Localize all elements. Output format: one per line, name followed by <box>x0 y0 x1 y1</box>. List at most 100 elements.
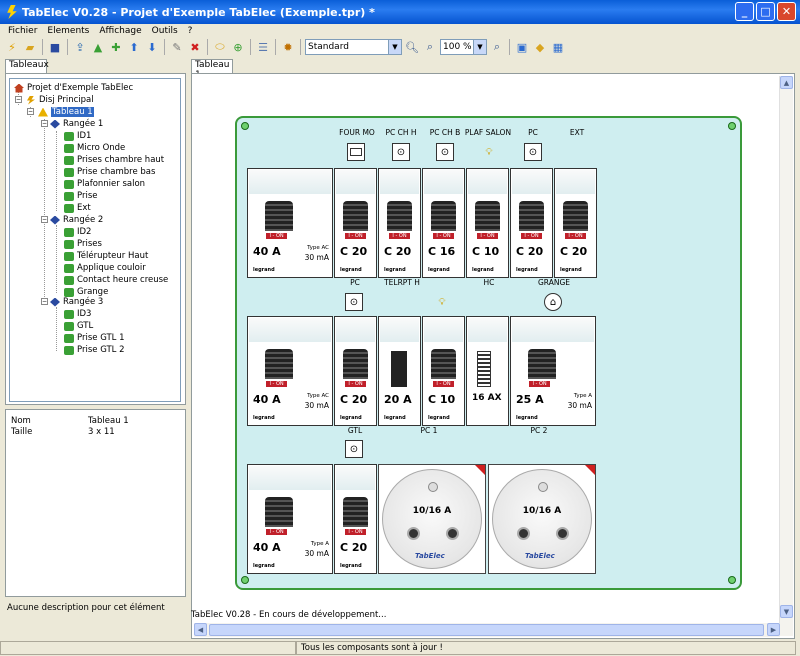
settings-gear-icon[interactable]: ✹ <box>280 39 296 55</box>
breaker-module[interactable]: I - ON C 20 legrand <box>334 464 377 574</box>
breaker-module[interactable]: I - ON C 20 legrand <box>378 168 421 278</box>
house-icon <box>14 83 24 93</box>
tree-node-rangee-1[interactable]: Rangée 1 <box>50 118 103 130</box>
board-canvas[interactable]: FOUR MO PC CH H PC CH B PLAF SALON PC EX… <box>194 76 779 608</box>
collapse-toggle[interactable]: − <box>41 120 48 127</box>
differential-switch[interactable]: I - ON 40 A Type AC 30 mA legrand <box>247 316 333 426</box>
horizontal-scrollbar[interactable]: ◀ ▶ <box>194 623 780 637</box>
breaker-module[interactable]: I - ON C 10 legrand <box>422 316 465 426</box>
breaker-module[interactable]: I - ON C 16 legrand <box>422 168 465 278</box>
contactor-module[interactable]: 16 AX <box>466 316 509 426</box>
grid-icon[interactable]: ▦ <box>550 39 566 55</box>
tree-node-circuit[interactable]: ID2 <box>64 226 91 238</box>
scroll-down-icon[interactable]: ▼ <box>780 605 793 618</box>
maximize-button[interactable]: □ <box>756 2 775 21</box>
tree-node-circuit[interactable]: Micro Onde <box>64 142 125 154</box>
menu-outils[interactable]: Outils <box>152 26 178 36</box>
zoom-fit-icon[interactable]: ⌕ <box>489 39 505 55</box>
save-icon[interactable]: ■ <box>47 39 63 55</box>
breaker-module[interactable]: I - ON C 10 legrand <box>466 168 509 278</box>
tree-node-circuit[interactable]: Prises chambre haut <box>64 154 164 166</box>
scroll-right-icon[interactable]: ▶ <box>767 623 780 636</box>
electrical-board[interactable]: FOUR MO PC CH H PC CH B PLAF SALON PC EX… <box>235 116 742 590</box>
project-tree[interactable]: Projet d'Exemple TabElec − Disj Principa… <box>9 78 181 402</box>
breaker-module[interactable]: I - ON C 20 legrand <box>510 168 553 278</box>
collapse-toggle[interactable]: − <box>41 216 48 223</box>
tab-tableaux[interactable]: Tableaux <box>5 59 49 73</box>
prop-taille-value[interactable]: 3 x 11 <box>88 427 115 437</box>
screw-icon <box>728 576 736 584</box>
screw-icon <box>241 576 249 584</box>
properties-icon[interactable]: ✎ <box>169 39 185 55</box>
breaker-module[interactable]: I - ON C 20 legrand <box>334 316 377 426</box>
app-bolt-icon <box>7 5 17 19</box>
zoom-in-icon[interactable]: 🔍︎ <box>404 39 420 55</box>
earth-pin <box>428 482 438 492</box>
menu-help[interactable]: ? <box>188 26 193 36</box>
tree-node-circuit[interactable]: Prise <box>64 190 98 202</box>
tree-node-circuit[interactable]: Prises <box>64 238 102 250</box>
tree-node-circuit[interactable]: Prise GTL 2 <box>64 344 125 356</box>
scroll-up-icon[interactable]: ▲ <box>780 76 793 89</box>
layers-icon[interactable]: ☰ <box>255 39 271 55</box>
din-socket-module[interactable]: 10/16 A TabElec <box>488 464 596 574</box>
collapse-toggle[interactable]: − <box>41 298 48 305</box>
tree-node-circuit[interactable]: Prise chambre bas <box>64 166 155 178</box>
move-down-icon[interactable]: ⬇ <box>144 39 160 55</box>
tree-node-circuit[interactable]: Télérupteur Haut <box>64 250 148 262</box>
toolbar-separator <box>42 39 43 55</box>
collapse-toggle[interactable]: − <box>27 108 34 115</box>
label-tag-icon[interactable]: ◆ <box>532 39 548 55</box>
menu-elements[interactable]: Elements <box>47 26 89 36</box>
collapse-toggle[interactable]: − <box>15 96 22 103</box>
delete-icon[interactable]: ✖ <box>187 39 203 55</box>
tree-node-circuit[interactable]: Contact heure creuse <box>64 274 168 286</box>
breaker-module[interactable]: I - ON C 20 legrand <box>554 168 597 278</box>
view-board-icon[interactable]: ▣ <box>514 39 530 55</box>
tree-node-circuit[interactable]: Applique couloir <box>64 262 146 274</box>
module-top <box>424 318 463 342</box>
tree-node-circuit[interactable]: Prise GTL 1 <box>64 332 125 344</box>
differential-switch[interactable]: I - ON 40 A Type AC 30 mA legrand <box>247 168 333 278</box>
din-socket-module[interactable]: 10/16 A TabElec <box>378 464 486 574</box>
tree-node-rangee-3[interactable]: Rangée 3 <box>50 296 103 308</box>
add-plug-icon[interactable]: ✚ <box>108 39 124 55</box>
move-up-icon[interactable]: ⬆ <box>126 39 142 55</box>
remote-switch-module[interactable]: 20 A legrand <box>378 316 421 426</box>
differential-switch[interactable]: I - ON 25 A Type A 30 mA legrand <box>510 316 596 426</box>
prop-nom-value[interactable]: Tableau 1 <box>88 416 129 426</box>
style-select[interactable]: Standard ▼ <box>305 39 402 55</box>
tree-node-circuit[interactable]: Plafonnier salon <box>64 178 145 190</box>
tree-node-circuit[interactable]: ID1 <box>64 130 91 142</box>
add-row-icon[interactable]: ▲ <box>90 39 106 55</box>
tree-node-label: Télérupteur Haut <box>77 251 149 261</box>
module-lever <box>264 349 294 379</box>
export-icon[interactable]: ⇪ <box>72 39 88 55</box>
breaker-module[interactable]: I - ON C 20 legrand <box>334 168 377 278</box>
minimize-button[interactable]: _ <box>735 2 754 21</box>
zoom-out-icon[interactable]: ⌕ <box>422 39 438 55</box>
menu-fichier[interactable]: Fichier <box>8 26 37 36</box>
open-folder-icon[interactable]: ▰ <box>22 39 38 55</box>
link-icon[interactable]: ⬭ <box>212 39 228 55</box>
target-icon[interactable]: ⊕ <box>230 39 246 55</box>
menu-affichage[interactable]: Affichage <box>99 26 141 36</box>
tree-node-tableau[interactable]: Tableau 1 <box>38 106 94 118</box>
tree-node-disj[interactable]: Disj Principal <box>26 94 94 106</box>
zoom-select[interactable]: 100 % ▼ <box>440 39 487 55</box>
close-button[interactable]: ✕ <box>777 2 796 21</box>
tree-node-project[interactable]: Projet d'Exemple TabElec <box>14 82 133 94</box>
vertical-scrollbar[interactable]: ▲ ▼ <box>779 76 793 636</box>
differential-switch[interactable]: I - ON 40 A Type A 30 mA legrand <box>247 464 333 574</box>
scroll-left-icon[interactable]: ◀ <box>194 623 207 636</box>
tab-tableau-1[interactable]: Tableau 1 <box>191 59 233 80</box>
tree-node-circuit[interactable]: ID3 <box>64 308 91 320</box>
tree-node-circuit[interactable]: GTL <box>64 320 93 332</box>
circuit-label: FOUR MO <box>339 128 375 137</box>
tree-node-rangee-2[interactable]: Rangée 2 <box>50 214 103 226</box>
tree-panel: Projet d'Exemple TabElec − Disj Principa… <box>5 73 186 405</box>
scroll-thumb[interactable] <box>209 624 764 636</box>
tree-node-circuit[interactable]: Ext <box>64 202 91 214</box>
module-sensitivity: 30 mA <box>304 401 329 410</box>
new-icon[interactable]: ⚡ <box>4 39 20 55</box>
